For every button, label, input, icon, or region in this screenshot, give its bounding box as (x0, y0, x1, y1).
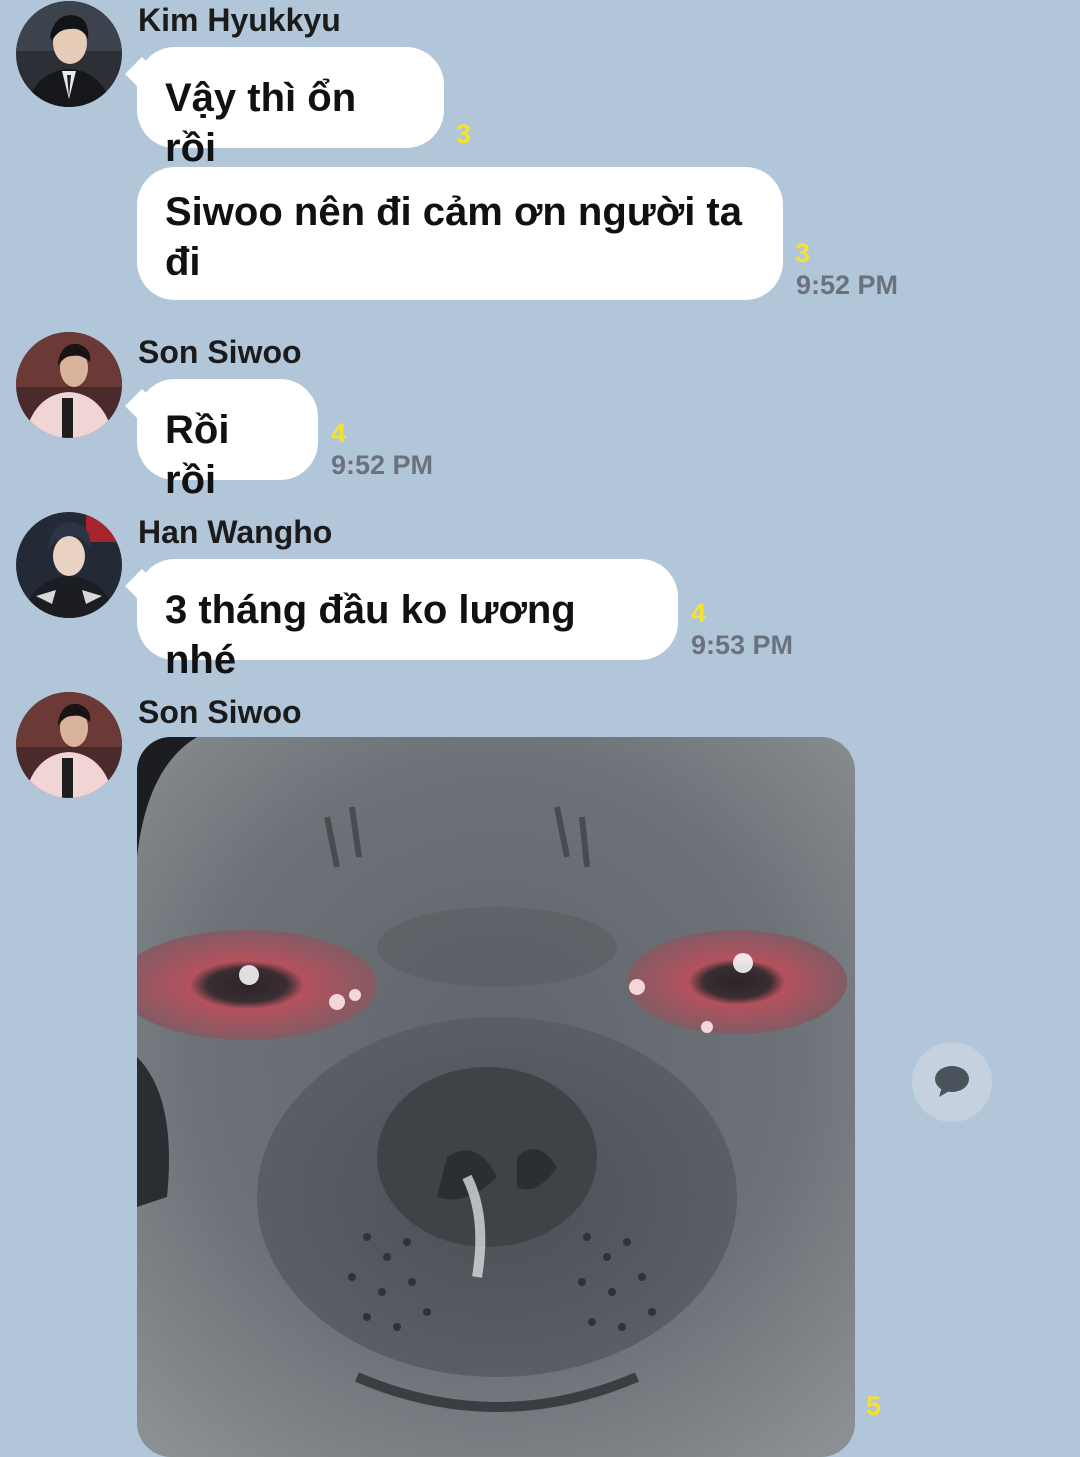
message-bubble[interactable]: Vậy thì ổn rồi (137, 47, 444, 170)
comment-button[interactable] (912, 1042, 992, 1122)
unread-count: 4 (691, 598, 707, 628)
sender-name: Han Wangho (138, 514, 333, 550)
sender-name: Kim Hyukkyu (138, 2, 341, 38)
message-text: Rồi rồi (165, 408, 230, 502)
profile-photo-icon (16, 512, 122, 618)
message-time: 9:52 PM (331, 450, 434, 480)
sender-name: Son Siwoo (138, 694, 302, 730)
image-message[interactable] (137, 737, 855, 1457)
message-text: 3 tháng đầu ko lương nhé (165, 588, 576, 682)
profile-photo-icon (16, 332, 122, 438)
avatar-son-siwoo[interactable] (16, 332, 122, 438)
unread-count: 3 (456, 119, 472, 149)
message-time: 9:52 PM (796, 270, 899, 300)
unread-count: 4 (331, 418, 347, 448)
unread-count: 5 (866, 1391, 882, 1421)
message-text: Vậy thì ổn rồi (165, 76, 357, 170)
message-time: 9:53 PM (691, 630, 794, 660)
message-text: Siwoo nên đi cảm ơn người ta đi (165, 190, 742, 284)
avatar-son-siwoo[interactable] (16, 692, 122, 798)
crying-seal-image (137, 737, 855, 1457)
message-bubble[interactable]: Siwoo nên đi cảm ơn người ta đi (137, 167, 783, 300)
profile-photo-icon (16, 692, 122, 798)
message-bubble[interactable]: 3 tháng đầu ko lương nhé (137, 559, 678, 682)
unread-count: 3 (795, 238, 811, 268)
speech-bubble-icon (935, 1066, 969, 1097)
sender-name: Son Siwoo (138, 334, 302, 370)
avatar-han-wangho[interactable] (16, 512, 122, 618)
avatar-kim-hyukkyu[interactable] (16, 1, 122, 107)
message-bubble[interactable]: Rồi rồi (137, 379, 318, 502)
profile-photo-icon (16, 1, 122, 107)
